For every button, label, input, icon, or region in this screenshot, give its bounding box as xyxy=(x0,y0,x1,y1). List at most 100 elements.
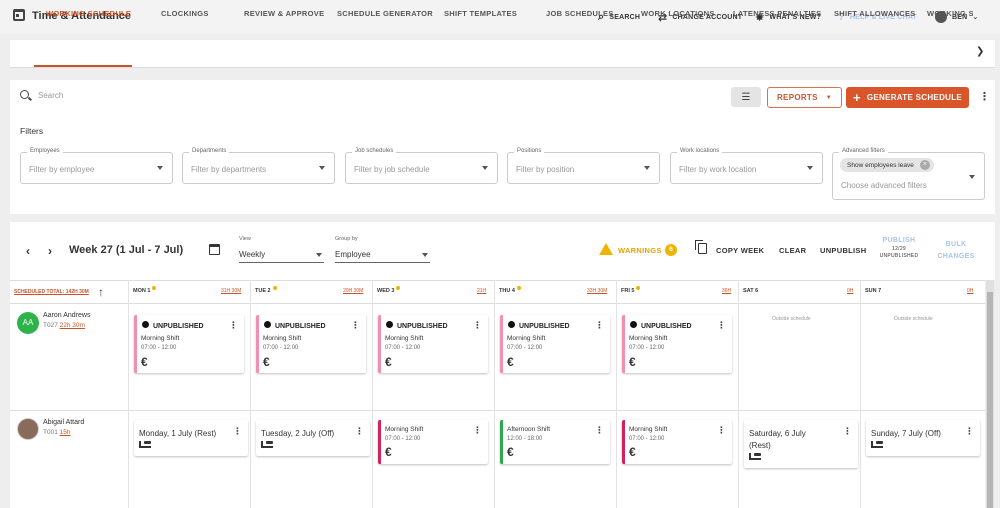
caret-down-icon xyxy=(319,166,325,170)
tab-lateness-penalties[interactable]: LATENESS PENALTIES xyxy=(733,9,821,18)
employee-name[interactable]: Abigail Attard xyxy=(43,419,84,426)
publish-button[interactable]: PUBLISH 12/29 UNPUBLISHED xyxy=(876,236,922,260)
filter-toggle-button[interactable]: ☰ xyxy=(731,87,761,107)
day-off-date: Saturday, 6 July xyxy=(749,429,806,438)
schedule-grid-header xyxy=(10,280,985,304)
day-hours-sun[interactable]: 0H xyxy=(967,288,973,294)
job-schedules-filter-placeholder: Filter by job schedule xyxy=(354,165,430,174)
calendar-picker-icon[interactable] xyxy=(209,244,220,255)
tab-shift-allowances[interactable]: SHIFT ALLOWANCES xyxy=(834,9,916,18)
more-options-icon[interactable]: ⋮ xyxy=(473,320,482,331)
more-options-icon[interactable]: ⋮ xyxy=(351,320,360,331)
sort-arrow-up-icon[interactable]: ↑ xyxy=(98,285,104,299)
employees-filter[interactable]: Employees Filter by employee xyxy=(20,148,173,184)
tab-work-locations[interactable]: WORK LOCATIONS xyxy=(641,9,715,18)
day-hours-fri[interactable]: 36H xyxy=(722,288,731,294)
tab-working-schedule-2[interactable]: WORKING SC xyxy=(927,9,973,18)
shift-card[interactable]: UNPUBLISHED ⋮ Morning Shift 07:00 - 12:0… xyxy=(134,315,244,373)
shift-time: 07:00 - 12:00 xyxy=(385,345,421,351)
bulk-changes-button[interactable]: BULK CHANGES xyxy=(934,239,978,263)
shift-card[interactable]: UNPUBLISHED ⋮ Morning Shift 07:00 - 12:0… xyxy=(500,315,610,373)
more-options-icon[interactable]: ⋮ xyxy=(717,425,726,436)
day-off-card[interactable]: Tuesday, 2 July (Off) ⋮ xyxy=(256,420,370,456)
shift-status: UNPUBLISHED xyxy=(153,323,204,330)
status-dot xyxy=(630,321,637,328)
unpublish-button[interactable]: UNPUBLISH xyxy=(820,246,866,255)
tab-job-schedules[interactable]: JOB SCHEDULES xyxy=(546,9,614,18)
day-hours-thu[interactable]: 33H 30M xyxy=(587,288,607,294)
more-options-icon[interactable]: ⋮ xyxy=(979,90,990,103)
shift-card[interactable]: Afternoon Shift 12:00 - 18:00 € ⋮ xyxy=(500,420,610,464)
day-off-label: Tuesday, 2 July (Off) xyxy=(261,429,335,438)
view-select-value: Weekly xyxy=(239,250,266,259)
work-locations-filter[interactable]: Work locations Filter by work location xyxy=(670,148,823,184)
day-off-card[interactable]: Saturday, 6 July (Rest) ⋮ xyxy=(744,420,858,468)
warning-dot xyxy=(516,286,521,290)
search-input[interactable]: Search xyxy=(38,91,63,100)
day-hours-sat[interactable]: 0H xyxy=(847,288,853,294)
column-divider xyxy=(250,280,251,508)
generate-schedule-button[interactable]: + GENERATE SCHEDULE xyxy=(846,87,969,108)
employee-hours[interactable]: 22h 30m xyxy=(60,322,85,329)
employee-name[interactable]: Aaron Andrews xyxy=(43,312,90,319)
more-options-icon[interactable]: ⋮ xyxy=(965,426,974,437)
clear-button[interactable]: CLEAR xyxy=(779,246,806,255)
departments-filter[interactable]: Departments Filter by departments xyxy=(182,148,335,184)
day-hours-mon[interactable]: 31H 30M xyxy=(221,288,241,294)
copy-week-button[interactable]: COPY WEEK xyxy=(716,246,764,255)
view-select-label: View xyxy=(239,236,251,242)
more-options-icon[interactable]: ⋮ xyxy=(843,426,852,437)
day-header-sat: SAT 6 xyxy=(743,288,759,294)
warnings-count-badge: 6 xyxy=(665,244,677,256)
shift-card[interactable]: UNPUBLISHED ⋮ Morning Shift 07:00 - 12:0… xyxy=(256,315,366,373)
euro-icon: € xyxy=(507,355,514,369)
advanced-filters[interactable]: Advanced filters Show employees leave × … xyxy=(832,148,985,200)
shift-card[interactable]: Morning Shift 07:00 - 12:00 € ⋮ xyxy=(622,420,732,464)
more-options-icon[interactable]: ⋮ xyxy=(717,320,726,331)
tab-shift-templates[interactable]: SHIFT TEMPLATES xyxy=(444,9,517,18)
employee-code: T001 xyxy=(43,429,58,436)
avatar: AA xyxy=(17,312,39,334)
group-by-select[interactable]: Group by Employee xyxy=(335,236,430,263)
caret-down-icon xyxy=(157,166,163,170)
more-options-icon[interactable]: ⋮ xyxy=(473,425,482,436)
employee-code: T027 xyxy=(43,322,58,329)
view-select[interactable]: View Weekly xyxy=(239,236,324,263)
more-options-icon[interactable]: ⋮ xyxy=(595,320,604,331)
tab-clockings[interactable]: CLOCKINGS xyxy=(161,9,209,18)
tab-review-approve[interactable]: REVIEW & APPROVE xyxy=(244,9,324,18)
chevron-right-icon[interactable]: ❯ xyxy=(976,46,984,57)
shift-card[interactable]: Morning Shift 07:00 - 12:00 € ⋮ xyxy=(378,420,488,464)
shift-time: 07:00 - 12:00 xyxy=(507,345,543,351)
reports-button[interactable]: REPORTS ▼ xyxy=(767,87,842,108)
job-schedules-filter[interactable]: Job schedules Filter by job schedule xyxy=(345,148,498,184)
more-options-icon[interactable]: ⋮ xyxy=(233,426,242,437)
day-hours-wed[interactable]: 21H xyxy=(477,288,486,294)
leave-filter-chip[interactable]: Show employees leave × xyxy=(840,158,934,172)
day-header-fri: FRI 5 xyxy=(621,286,641,294)
day-off-card[interactable]: Sunday, 7 July (Off) ⋮ xyxy=(866,420,980,456)
scheduled-total[interactable]: SCHEDULED TOTAL: 142H 30M xyxy=(14,289,89,295)
shift-card[interactable]: UNPUBLISHED ⋮ Morning Shift 07:00 - 12:0… xyxy=(622,315,732,373)
euro-icon: € xyxy=(141,355,148,369)
scrollbar-thumb[interactable] xyxy=(987,292,993,508)
tab-schedule-generator[interactable]: SCHEDULE GENERATOR xyxy=(337,9,433,18)
more-options-icon[interactable]: ⋮ xyxy=(229,320,238,331)
tab-working-schedule[interactable]: WORKING SCHEDULE xyxy=(46,9,131,18)
reports-label: REPORTS xyxy=(776,93,818,102)
warnings-button[interactable]: WARNINGS xyxy=(618,246,662,255)
day-header-mon: MON 1 xyxy=(133,286,157,294)
positions-filter[interactable]: Positions Filter by position xyxy=(507,148,660,184)
shift-card[interactable]: UNPUBLISHED ⋮ Morning Shift 07:00 - 12:0… xyxy=(378,315,488,373)
previous-week-icon[interactable]: ‹ xyxy=(26,244,30,258)
group-by-label: Group by xyxy=(335,236,358,242)
euro-icon: € xyxy=(263,355,270,369)
employee-hours[interactable]: 15h xyxy=(60,429,71,436)
more-options-icon[interactable]: ⋮ xyxy=(595,425,604,436)
day-off-card[interactable]: Monday, 1 July (Rest) ⋮ xyxy=(134,420,248,456)
more-options-icon[interactable]: ⋮ xyxy=(355,426,364,437)
day-hours-tue[interactable]: 20H 30M xyxy=(343,288,363,294)
day-name: FRI 5 xyxy=(621,288,635,294)
next-week-icon[interactable]: › xyxy=(48,244,52,258)
close-icon[interactable]: × xyxy=(919,160,930,170)
